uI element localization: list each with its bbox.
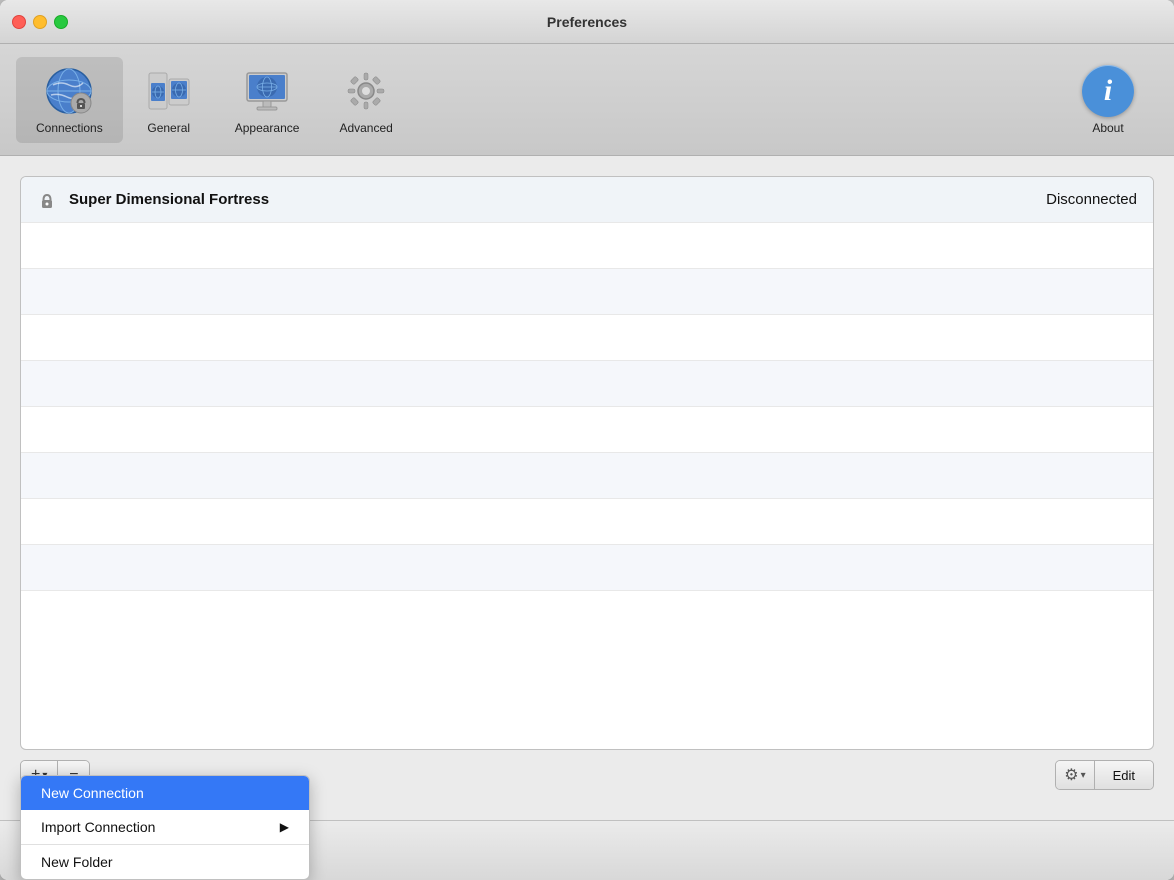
toolbar-item-general[interactable]: General (123, 57, 215, 143)
dropdown-item-import-connection[interactable]: Import Connection ▶ (21, 810, 309, 844)
connection-status: Disconnected (1046, 191, 1137, 208)
connection-row[interactable] (21, 223, 1153, 269)
about-label: About (1092, 121, 1123, 135)
connection-name: Super Dimensional Fortress (69, 191, 1046, 208)
lock-icon (37, 190, 57, 210)
general-icon (143, 65, 195, 117)
toolbar-item-connections[interactable]: Connections (16, 57, 123, 143)
connection-row[interactable] (21, 545, 1153, 591)
connections-panel: Super Dimensional Fortress Disconnected (20, 176, 1154, 750)
maximize-button[interactable] (54, 15, 68, 29)
titlebar: Preferences (0, 0, 1174, 44)
appearance-label: Appearance (235, 121, 300, 135)
gear-button[interactable]: ⚙▾ (1056, 761, 1093, 789)
toolbar: Connections (0, 44, 1174, 156)
connection-row[interactable] (21, 591, 1153, 637)
window-title: Preferences (547, 14, 627, 30)
toolbar-item-advanced[interactable]: Advanced (319, 57, 412, 143)
dropdown-item-new-connection[interactable]: New Connection (21, 776, 309, 810)
dropdown-menu: New Connection Import Connection ▶ New F… (20, 775, 310, 880)
appearance-icon (241, 65, 293, 117)
connections-icon (43, 65, 95, 117)
connection-row[interactable]: Super Dimensional Fortress Disconnected (21, 177, 1153, 223)
connection-row[interactable] (21, 407, 1153, 453)
window-controls (12, 15, 68, 29)
close-button[interactable] (12, 15, 26, 29)
toolbar-items: Connections (16, 57, 539, 143)
about-icon: i (1082, 65, 1134, 117)
submenu-arrow-icon: ▶ (280, 820, 289, 834)
advanced-label: Advanced (339, 121, 392, 135)
dropdown-item-new-folder[interactable]: New Folder (21, 845, 309, 879)
content-area: Super Dimensional Fortress Disconnected … (0, 156, 1174, 820)
edit-button[interactable]: Edit (1094, 761, 1153, 789)
connection-row[interactable] (21, 361, 1153, 407)
connection-row[interactable] (21, 315, 1153, 361)
info-circle-icon: i (1082, 65, 1134, 117)
connections-label: Connections (36, 121, 103, 135)
connection-row[interactable] (21, 269, 1153, 315)
dropdown-overlay: New Connection Import Connection ▶ New F… (20, 775, 310, 880)
general-label: General (147, 121, 190, 135)
gear-edit-group: ⚙▾ Edit (1055, 760, 1154, 790)
connection-row[interactable] (21, 499, 1153, 545)
toolbar-item-appearance[interactable]: Appearance (215, 57, 320, 143)
preferences-window: Preferences (0, 0, 1174, 880)
minimize-button[interactable] (33, 15, 47, 29)
connection-row[interactable] (21, 453, 1153, 499)
advanced-icon (340, 65, 392, 117)
toolbar-item-about[interactable]: i About (1062, 57, 1154, 143)
